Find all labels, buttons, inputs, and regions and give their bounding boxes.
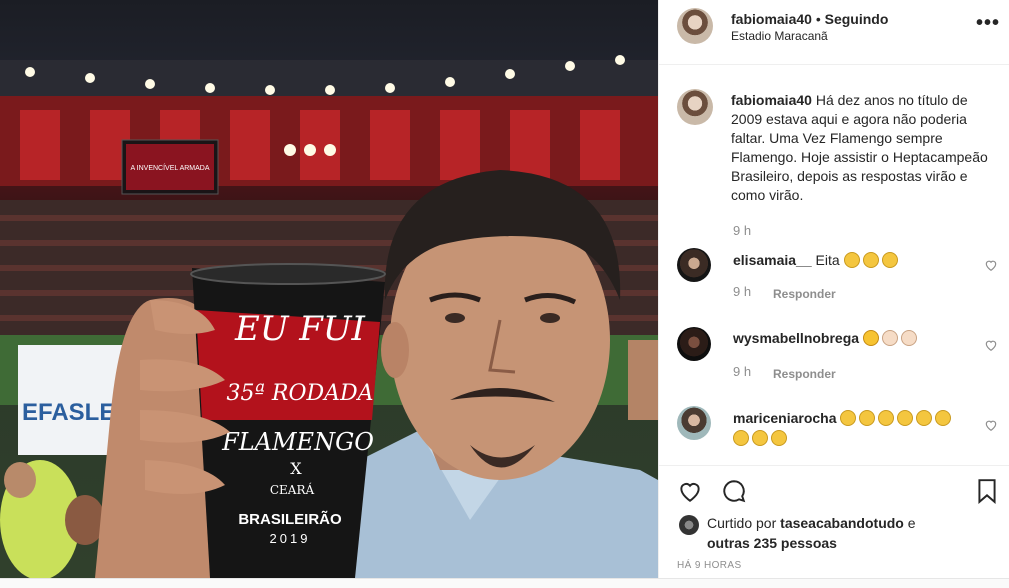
comment-username[interactable]: mariceniarocha	[733, 410, 837, 426]
likes-others-link[interactable]: outras 235 pessoas	[707, 535, 837, 551]
post-caption: fabiomaia40 Há dez anos no título de 200…	[731, 91, 999, 205]
wink-face-icon	[862, 330, 879, 346]
liker-username[interactable]: taseacabandotudo	[780, 515, 904, 531]
comment-icon[interactable]	[721, 478, 747, 504]
more-options-icon[interactable]: •••	[976, 12, 1000, 35]
comment-like-heart-icon[interactable]	[984, 418, 998, 432]
header-separator: •	[815, 11, 821, 27]
clapping-hands-icon	[862, 252, 879, 268]
clapping-hands-icon	[878, 410, 895, 426]
header-user-line: fabiomaia40 • Seguindo	[731, 11, 888, 27]
location-link[interactable]: Estadio Maracanã	[731, 29, 828, 43]
caption-text: Há dez anos no título de 2009 estava aqu…	[731, 92, 988, 203]
caption-avatar[interactable]	[677, 89, 713, 125]
comment-username[interactable]: elisamaia__	[733, 252, 812, 268]
clapping-hands-icon	[916, 410, 933, 426]
screen-text: A INVENCÍVEL ARMADA	[130, 163, 209, 172]
post-header: fabiomaia40 • Seguindo Estadio Maracanã …	[659, 0, 1009, 65]
caption-username[interactable]: fabiomaia40	[731, 92, 812, 108]
likes-summary: Curtido por taseacabandotudo e outras 23…	[707, 513, 916, 553]
clapping-hands-icon	[881, 252, 898, 268]
post-photo[interactable]: A INVENCÍVEL ARMADA EFASLEIR EU FUI 35ª …	[0, 0, 658, 578]
heart-icon[interactable]	[677, 478, 703, 504]
cup-line3: FLAMENGO	[221, 428, 374, 456]
stadium-scene: A INVENCÍVEL ARMADA EFASLEIR EU FUI 35ª …	[0, 55, 658, 578]
post-sidebar: fabiomaia40 • Seguindo Estadio Maracanã …	[658, 0, 1009, 578]
clapping-hands-icon	[935, 410, 952, 426]
cup-year: 2019	[270, 531, 311, 546]
clapping-hands-icon	[900, 330, 917, 346]
comment-text: Eita	[815, 252, 840, 268]
clapping-hands-icon	[859, 410, 876, 426]
author-username[interactable]: fabiomaia40	[731, 11, 812, 27]
comment-time[interactable]: 9 h	[733, 364, 751, 379]
cup-line1: EU FUI	[234, 309, 366, 349]
clapping-hands-icon	[881, 330, 898, 346]
bookmark-icon[interactable]	[976, 478, 998, 504]
likes-conj: e	[907, 515, 916, 531]
cup-line5: CEARÁ	[270, 482, 315, 497]
caption-time[interactable]: 9 h	[733, 223, 751, 238]
comment-like-heart-icon[interactable]	[984, 338, 998, 352]
comment-time[interactable]: 9 h	[733, 284, 751, 299]
comment-avatar[interactable]	[677, 327, 711, 361]
clapping-hands-icon	[843, 252, 860, 268]
comment-avatar[interactable]	[677, 248, 711, 282]
comment-item: mariceniarocha	[733, 408, 973, 448]
cup-line4: X	[290, 459, 302, 478]
comment-avatar[interactable]	[677, 406, 711, 440]
clapping-hands-icon	[733, 430, 749, 446]
post-timestamp[interactable]: HÁ 9 HORAS	[677, 560, 742, 571]
clapping-hands-icon	[771, 430, 787, 446]
clapping-hands-icon	[840, 410, 857, 426]
cup-line2: 35ª RODADA	[226, 381, 373, 406]
reply-button[interactable]: Responder	[773, 287, 836, 301]
liker-avatar[interactable]	[679, 515, 699, 535]
comment-item: wysmabellnobrega	[733, 328, 973, 348]
cup-brand: BRASILEIRÃO	[238, 510, 342, 528]
likes-prefix: Curtido por	[707, 515, 777, 531]
comment-like-heart-icon[interactable]	[984, 258, 998, 272]
comment-item: elisamaia__ Eita	[733, 250, 973, 270]
clapping-hands-icon	[752, 430, 768, 446]
comment-username[interactable]: wysmabellnobrega	[733, 330, 859, 346]
author-avatar[interactable]	[677, 8, 713, 44]
clapping-hands-icon	[897, 410, 914, 426]
reply-button[interactable]: Responder	[773, 367, 836, 381]
follow-status-button[interactable]: Seguindo	[825, 11, 889, 27]
